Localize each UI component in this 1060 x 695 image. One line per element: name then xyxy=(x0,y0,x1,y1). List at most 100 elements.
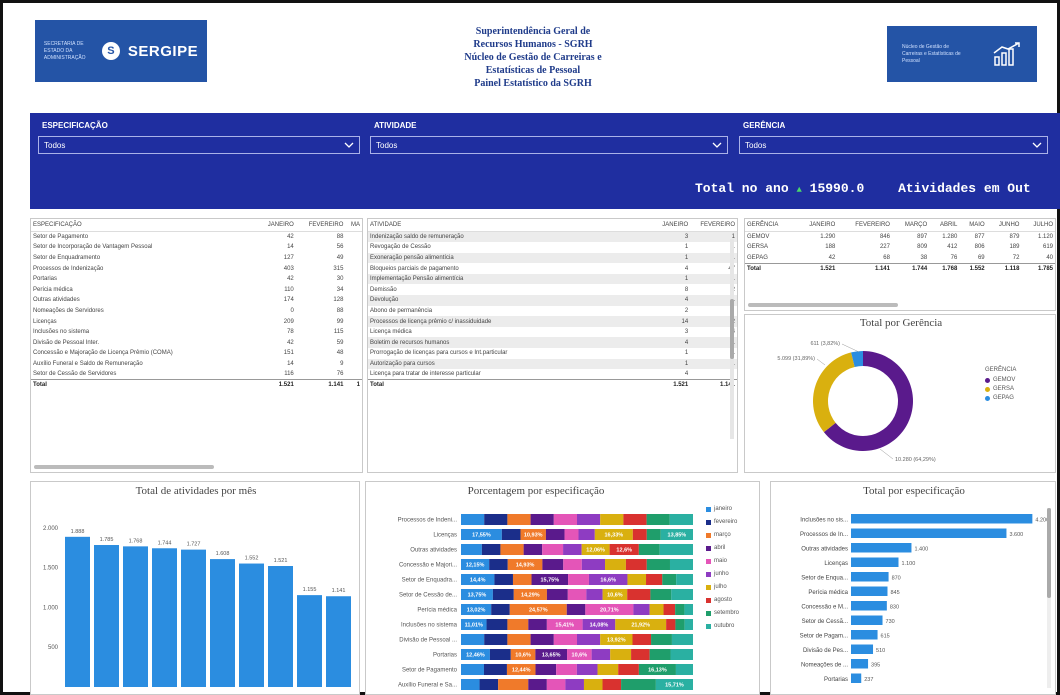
table-row[interactable]: Autorização para cursos11 xyxy=(368,358,737,370)
stacked-segment-junho[interactable] xyxy=(633,604,650,615)
table-row[interactable]: Concessão e Majoração de Licença Prêmio … xyxy=(31,348,362,359)
stacked-segment-junho[interactable] xyxy=(565,679,584,690)
table-row[interactable]: Demissão82 xyxy=(368,284,737,295)
column-header[interactable]: JANEIRO xyxy=(257,219,296,232)
stacked-segment-julho[interactable] xyxy=(597,664,619,675)
column-header[interactable]: MARÇO xyxy=(891,219,930,232)
stacked-segment-setembro[interactable] xyxy=(650,589,672,600)
table-row[interactable]: GEPAG 42 68 38 76 69 72 40 xyxy=(745,253,1055,264)
table-row[interactable]: Boletim de recursos humanos41 xyxy=(368,337,737,349)
bar[interactable] xyxy=(268,566,293,687)
vertical-scrollbar[interactable] xyxy=(1047,508,1051,688)
stacked-segment-fevereiro[interactable] xyxy=(483,664,507,675)
legend-item-fevereiro[interactable]: fevereiro xyxy=(706,519,739,525)
stacked-segment-fevereiro[interactable] xyxy=(479,679,499,690)
stacked-segment-agosto[interactable] xyxy=(663,604,676,615)
stacked-segment-abril[interactable] xyxy=(546,589,568,600)
bar[interactable] xyxy=(65,536,90,687)
stacked-segment-fevereiro[interactable] xyxy=(501,529,521,540)
stacked-segment-maio[interactable] xyxy=(567,589,587,600)
table-row[interactable]: Licença médica34 xyxy=(368,327,737,338)
legend-item-setembro[interactable]: setembro xyxy=(706,610,739,616)
stacked-segment-abril[interactable] xyxy=(545,529,565,540)
stacked-segment-maio[interactable] xyxy=(553,514,577,525)
scrollbar-thumb[interactable] xyxy=(730,299,734,359)
table-row[interactable]: Auxílio Funeral e Saldo de Remuneração 14… xyxy=(31,359,362,370)
especificacao-dropdown[interactable]: Todos xyxy=(38,136,360,154)
stacked-segment-maio[interactable] xyxy=(546,679,566,690)
table-row[interactable]: Processos de Indenização 403 315 xyxy=(31,263,362,274)
column-header[interactable]: FEVEREIRO xyxy=(837,219,892,232)
stacked-segment-junho[interactable] xyxy=(563,544,582,555)
stacked-segment-maio[interactable] xyxy=(563,559,582,570)
stacked-segment-abril[interactable] xyxy=(530,634,554,645)
bar[interactable] xyxy=(851,615,883,626)
stacked-segment-fevereiro[interactable] xyxy=(484,634,508,645)
stacked-segment-abril[interactable] xyxy=(530,514,554,525)
table-row[interactable]: Setor de Incorporação de Vantagem Pessoa… xyxy=(31,242,362,253)
stacked-segment-maio[interactable] xyxy=(568,574,589,585)
stacked-segment-fevereiro[interactable] xyxy=(481,544,501,555)
stacked-segment-agosto[interactable] xyxy=(602,679,622,690)
stacked-segment-outubro[interactable] xyxy=(684,619,693,630)
column-header[interactable]: GERÊNCIA xyxy=(745,219,795,232)
table-row[interactable]: Bloqueios parciais de pagamento447 xyxy=(368,263,737,274)
column-header[interactable]: JUNHO xyxy=(986,219,1022,232)
bar[interactable] xyxy=(851,557,899,568)
stacked-segment-junho[interactable] xyxy=(586,589,603,600)
table-row[interactable]: Setor de Pagamento 42 88 xyxy=(31,232,362,243)
legend-item-gepag[interactable]: GEPAG xyxy=(985,395,1016,401)
stacked-segment-fevereiro[interactable] xyxy=(486,619,508,630)
stacked-segment-outubro[interactable] xyxy=(671,589,693,600)
stacked-segment-fevereiro[interactable] xyxy=(494,574,513,585)
stacked-segment-setembro[interactable] xyxy=(651,634,672,645)
stacked-segment-outubro[interactable] xyxy=(669,559,693,570)
stacked-segment-maio[interactable] xyxy=(556,664,577,675)
table-row[interactable]: Devolução41 xyxy=(368,295,737,306)
stacked-segment-abril[interactable] xyxy=(528,619,547,630)
stacked-segment-março[interactable] xyxy=(507,619,529,630)
bar[interactable] xyxy=(851,659,869,669)
stacked-segment-setembro[interactable] xyxy=(675,604,685,615)
stacked-segment-abril[interactable] xyxy=(542,559,564,570)
stacked-segment-fevereiro[interactable] xyxy=(489,649,511,660)
bar[interactable] xyxy=(94,545,119,687)
column-header[interactable]: JULHO xyxy=(1021,219,1055,232)
table-row[interactable]: Prorrogação de licenças para cursos e In… xyxy=(368,348,737,359)
table-row[interactable]: Inclusões no sistema 78 115 xyxy=(31,327,362,338)
table-row[interactable]: Revogação de Cessão11 xyxy=(368,242,737,253)
table-row[interactable]: Outras atividades 174 128 xyxy=(31,295,362,306)
column-header[interactable]: ESPECIFICAÇÃO xyxy=(31,219,258,232)
stacked-segment-abril[interactable] xyxy=(566,604,586,615)
stacked-segment-junho[interactable] xyxy=(578,529,595,540)
stacked-segment-setembro[interactable] xyxy=(646,514,670,525)
table-row[interactable]: Licenças 209 99 xyxy=(31,316,362,327)
stacked-segment-agosto[interactable] xyxy=(623,514,647,525)
stacked-segment-maio[interactable] xyxy=(553,634,577,645)
stacked-segment-maio[interactable] xyxy=(564,529,579,540)
stacked-segment-julho[interactable] xyxy=(649,604,664,615)
stacked-segment-agosto[interactable] xyxy=(631,649,650,660)
vertical-scrollbar[interactable] xyxy=(730,239,734,439)
stacked-segment-outubro[interactable] xyxy=(675,664,693,675)
stacked-segment-julho[interactable] xyxy=(627,574,647,585)
table-row[interactable]: GERSA 188 227 809 412 806 189 619 xyxy=(745,242,1055,253)
bar[interactable] xyxy=(851,644,874,655)
column-header[interactable]: FEVEREIRO xyxy=(690,219,737,232)
bar[interactable] xyxy=(851,601,887,611)
stacked-segment-janeiro[interactable] xyxy=(461,634,485,645)
table-row[interactable]: Exoneração pensão alimentícia11 xyxy=(368,252,737,264)
stacked-segment-janeiro[interactable] xyxy=(461,679,480,690)
legend-item-outubro[interactable]: outubro xyxy=(706,623,739,629)
stacked-segment-setembro[interactable] xyxy=(621,679,656,690)
stacked-segment-julho[interactable] xyxy=(600,514,624,525)
stacked-segment-outubro[interactable] xyxy=(676,574,693,585)
bar[interactable] xyxy=(851,572,889,582)
stacked-segment-setembro[interactable] xyxy=(646,529,661,540)
scrollbar-thumb[interactable] xyxy=(1047,508,1051,598)
bar[interactable] xyxy=(326,596,351,687)
stacked-segment-agosto[interactable] xyxy=(618,664,639,675)
stacked-segment-fevereiro[interactable] xyxy=(489,559,508,570)
stacked-segment-outubro[interactable] xyxy=(669,514,693,525)
stacked-segment-outubro[interactable] xyxy=(671,634,693,645)
